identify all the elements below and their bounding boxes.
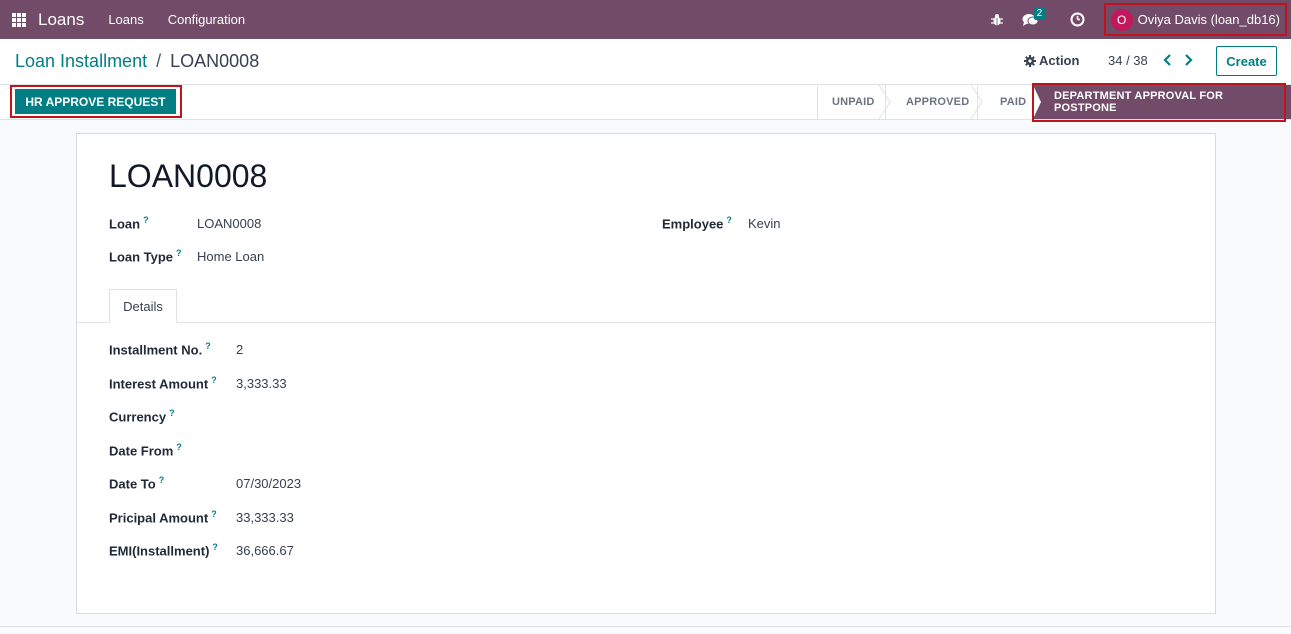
messages-badge: 2 [1033, 8, 1046, 20]
help-icon[interactable]: ? [159, 475, 165, 485]
tab-details[interactable]: Details [109, 289, 177, 323]
installment-no-label: Installment No.? [109, 341, 211, 358]
stage-paid-label: PAID [1000, 96, 1027, 108]
record-title: LOAN0008 [109, 158, 268, 194]
loan-label: Loan? [109, 215, 149, 232]
breadcrumb-current: LOAN0008 [170, 51, 260, 71]
principal-amount-value[interactable]: 33,333.33 [236, 510, 294, 525]
loan-value[interactable]: LOAN0008 [197, 216, 261, 231]
breadcrumb-parent[interactable]: Loan Installment [15, 51, 147, 71]
installment-no-value[interactable]: 2 [236, 342, 243, 357]
date-to-label: Date To? [109, 475, 165, 492]
help-icon[interactable]: ? [176, 442, 182, 452]
create-button[interactable]: Create [1216, 46, 1277, 76]
help-icon[interactable]: ? [726, 215, 732, 225]
employee-label: Employee? [662, 215, 732, 232]
user-menu[interactable]: O Oviya Davis (loan_db16) [1103, 3, 1287, 36]
stage-department-approval-for-postpone[interactable]: DEPARTMENT APPROVAL FOR POSTPONE [1033, 85, 1291, 119]
stage-approved[interactable]: APPROVED [885, 85, 983, 119]
help-icon[interactable]: ? [205, 341, 211, 351]
emi-value[interactable]: 36,666.67 [236, 543, 294, 558]
menu-configuration[interactable]: Configuration [168, 12, 245, 27]
help-icon[interactable]: ? [143, 215, 149, 225]
debug-bug-icon[interactable] [983, 0, 1011, 39]
stage-approved-label: APPROVED [906, 96, 970, 108]
emi-label: EMI(Installment)? [109, 542, 218, 559]
stage-unpaid[interactable]: UNPAID [817, 85, 891, 119]
loan-type-value[interactable]: Home Loan [197, 249, 264, 264]
avatar: O [1110, 8, 1133, 31]
help-icon[interactable]: ? [211, 509, 217, 519]
menu-loans[interactable]: Loans [108, 12, 143, 27]
interest-amount-value[interactable]: 3,333.33 [236, 376, 287, 391]
gear-icon [1024, 54, 1036, 67]
action-button[interactable]: Action [1024, 53, 1079, 68]
hr-approve-request-button[interactable]: HR APPROVE REQUEST [15, 89, 176, 114]
date-to-value[interactable]: 07/30/2023 [236, 476, 301, 491]
app-brand[interactable]: Loans [38, 10, 84, 30]
status-stages: UNPAID APPROVED PAID DEPARTMENT APPROVAL… [817, 85, 1291, 119]
messages-icon[interactable]: 2 [1017, 0, 1053, 39]
user-name: Oviya Davis (loan_db16) [1137, 12, 1280, 27]
activity-clock-icon[interactable] [1064, 0, 1092, 39]
help-icon[interactable]: ? [211, 375, 217, 385]
chevron-right-icon[interactable] [1182, 52, 1196, 68]
action-label: Action [1039, 53, 1080, 68]
help-icon[interactable]: ? [169, 408, 175, 418]
stage-paid[interactable]: PAID [977, 85, 1033, 119]
help-icon[interactable]: ? [176, 248, 182, 258]
help-icon[interactable]: ? [212, 542, 218, 552]
currency-label: Currency? [109, 408, 175, 425]
interest-amount-label: Interest Amount? [109, 375, 217, 392]
top-navbar: Loans Loans Configuration 2 O Oviya Davi… [0, 0, 1291, 39]
loan-type-label: Loan Type? [109, 248, 182, 265]
date-from-label: Date From? [109, 442, 182, 459]
status-bar: HR APPROVE REQUEST UNPAID APPROVED PAID … [0, 85, 1291, 120]
breadcrumb: Loan Installment / LOAN0008 [15, 51, 259, 72]
chevron-left-icon[interactable] [1160, 52, 1174, 68]
breadcrumb-separator: / [156, 51, 162, 71]
apps-menu-icon[interactable] [1, 0, 37, 39]
form-sheet: LOAN0008 Loan? LOAN0008 Loan Type? Home … [76, 133, 1216, 614]
bottom-divider [0, 626, 1291, 627]
employee-value[interactable]: Kevin [748, 216, 781, 231]
tab-divider [77, 322, 1215, 323]
stage-unpaid-label: UNPAID [832, 96, 875, 108]
principal-amount-label: Pricipal Amount? [109, 509, 217, 526]
stage-active-label: DEPARTMENT APPROVAL FOR POSTPONE [1054, 90, 1224, 114]
pager-value[interactable]: 34 / 38 [1108, 53, 1148, 68]
stage-arrow-icon [1033, 85, 1041, 119]
control-panel: Loan Installment / LOAN0008 Action 34 / … [0, 39, 1291, 85]
